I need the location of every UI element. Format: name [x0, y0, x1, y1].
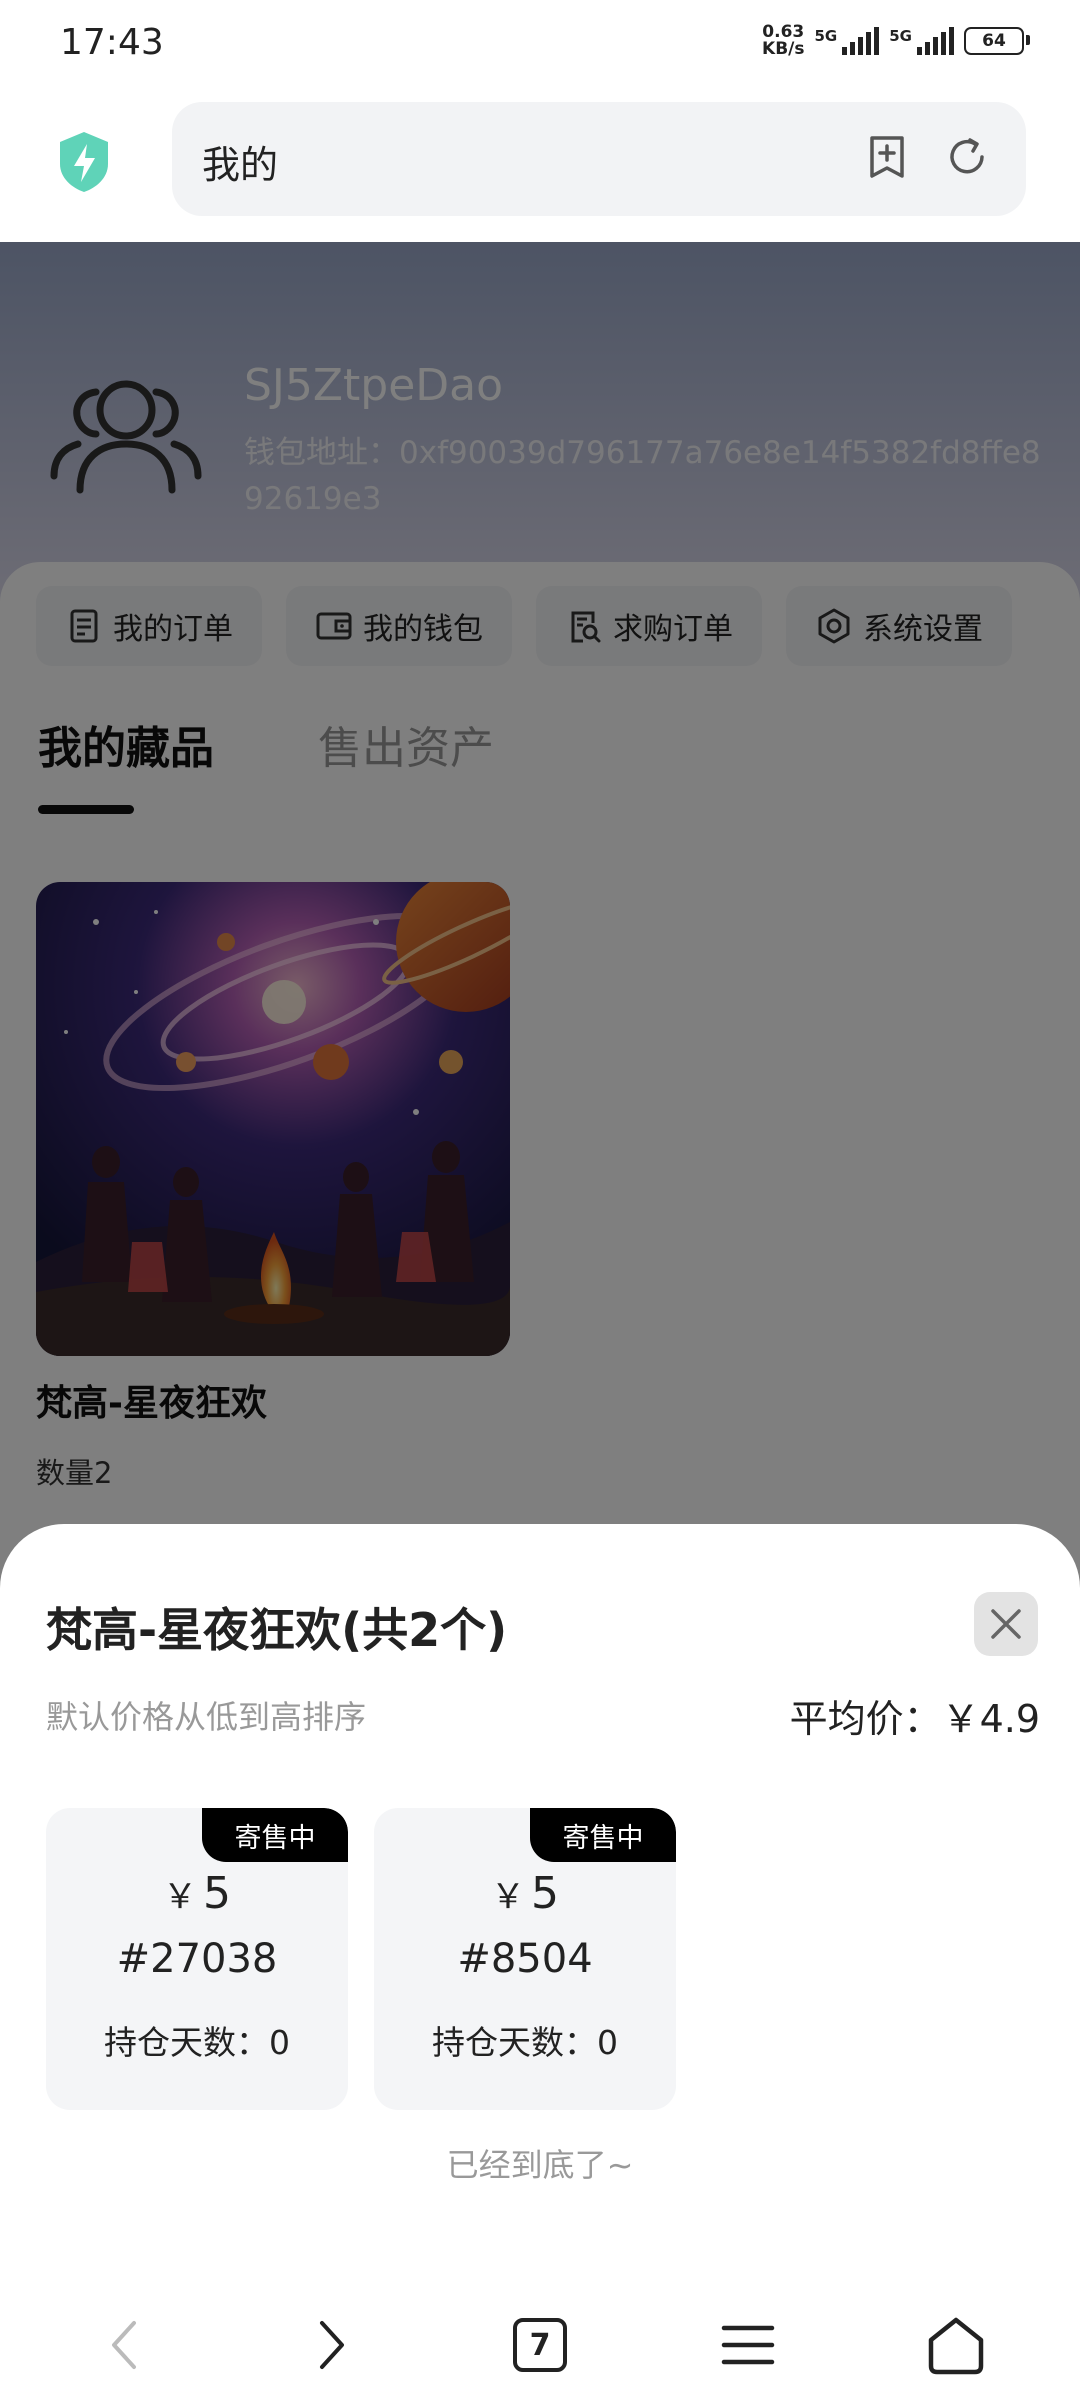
security-shield-icon[interactable]: [56, 130, 112, 194]
status-bar: 17:43 0.63 KB/s 5G 5G 64: [0, 0, 1080, 92]
status-icons: 0.63 KB/s 5G 5G 64: [762, 22, 1030, 59]
status-badge: 寄售中: [202, 1808, 348, 1862]
item-serial: #27038: [116, 1936, 278, 1982]
browser-toolbar: 我的: [0, 92, 1080, 242]
tabs-button[interactable]: 7: [495, 2300, 585, 2390]
signal-icon-sim2: 5G: [889, 27, 954, 55]
close-icon: [991, 1609, 1021, 1639]
holding-days: 持仓天数：0: [104, 2023, 290, 2062]
average-price: 平均价：￥4.9: [789, 1697, 1040, 1741]
sheet-title: 梵高-星夜狂欢(共2个): [46, 1603, 508, 1657]
address-bar[interactable]: 我的: [172, 102, 1026, 216]
forward-button[interactable]: [287, 2300, 377, 2390]
nft-item-card[interactable]: 寄售中 ￥ 5 #8504 持仓天数：0: [374, 1808, 676, 2110]
item-price: ￥ 5: [491, 1868, 559, 1919]
battery-icon: 64: [964, 27, 1030, 55]
nft-item-card[interactable]: 寄售中 ￥ 5 #27038 持仓天数：0: [46, 1808, 348, 2110]
hamburger-menu-icon: [721, 2325, 775, 2365]
address-bar-title[interactable]: 我的: [202, 134, 278, 189]
item-price: ￥ 5: [163, 1868, 231, 1919]
status-time: 17:43: [60, 22, 164, 63]
add-bookmark-icon[interactable]: [862, 132, 912, 182]
item-serial: #8504: [457, 1936, 593, 1982]
home-icon: [928, 2317, 984, 2375]
menu-button[interactable]: [703, 2300, 793, 2390]
network-speed: 0.63 KB/s: [762, 22, 805, 59]
holding-days: 持仓天数：0: [432, 2023, 618, 2062]
end-of-list-text: 已经到底了~: [446, 2146, 634, 2184]
back-button[interactable]: [79, 2300, 169, 2390]
signal-icon-sim1: 5G: [815, 27, 880, 55]
refresh-icon[interactable]: [942, 132, 992, 182]
status-badge: 寄售中: [530, 1808, 676, 1862]
browser-bottom-nav: 7: [0, 2290, 1080, 2400]
tab-count-icon: 7: [513, 2318, 567, 2372]
chevron-left-icon: [112, 2321, 136, 2369]
home-button[interactable]: [911, 2300, 1001, 2390]
chevron-right-icon: [320, 2321, 344, 2369]
item-list-sheet: 梵高-星夜狂欢(共2个) 默认价格从低到高排序 平均价：￥4.9 寄售中 ￥ 5 …: [0, 1524, 1080, 2400]
close-button[interactable]: [974, 1592, 1038, 1656]
sort-hint: 默认价格从低到高排序: [46, 1698, 367, 1736]
